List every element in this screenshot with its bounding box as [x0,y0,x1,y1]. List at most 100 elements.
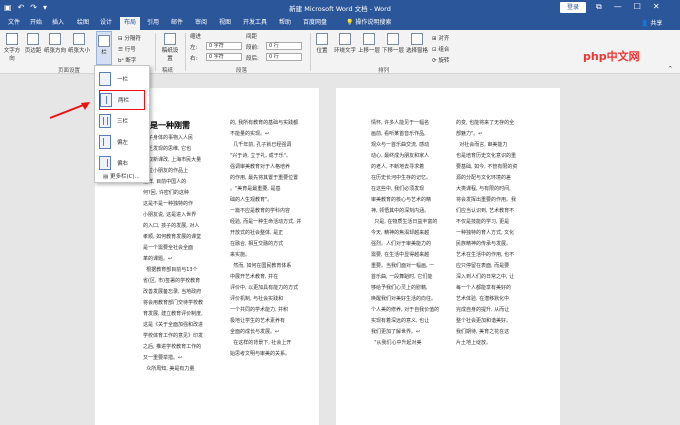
columns-option-left[interactable]: 偏左 [99,132,145,152]
align-label: 对齐 [438,36,450,42]
spacing-after-input[interactable]: 0 行 [266,53,302,61]
text-line: 。"美育是最重要, 是基 [230,186,281,192]
text-line: "兴于诗, 立于礼, 成于乐"。 [230,153,291,159]
columns-option-three[interactable]: 三栏 [99,111,145,131]
page-2-column-2: 的变, 也能将来了无存的全 部魅力"。↩ 对社会而言, 审美能力 也是培育历史文化意… [456,118,530,349]
position-button[interactable]: 位置 [314,33,330,54]
draft-settings-button[interactable]: 稿纸设置 [160,33,180,62]
paper-size-icon [73,33,85,45]
text-line: 革的课题。↩ [143,256,173,262]
tab-design[interactable]: 设计 [100,18,112,28]
maximize-icon[interactable]: ☐ [634,2,641,12]
wrap-text-button[interactable]: 环绕文字 [334,33,356,54]
text-line: 片土地上绽放。 [456,340,492,346]
text-line: 获取新课改, 上海市民大量 [143,157,202,163]
columns-option-left-label: 偏左 [117,140,129,146]
tab-layout[interactable]: 布局 [120,17,141,30]
align-button[interactable]: ⊞ 对齐 [432,34,449,42]
text-line: 源的分配与文化环境的差 [456,175,512,181]
bring-forward-button[interactable]: 上移一层 [358,33,380,54]
orientation-button[interactable]: 纸张方向 [44,33,66,54]
margins-button[interactable]: 页边距 [24,33,42,54]
tab-draw[interactable]: 绘图 [77,18,89,28]
text-line: 中展开艺术教育, 并在 [230,274,279,280]
text-line: 这样, 目前中国人的 [143,179,187,185]
send-backward-button[interactable]: 下移一层 [382,33,404,54]
page-1-column-2: 的, 我所有教育的基础与实践都 不能量的实现。↩ 几千年前, 孔子就已经强调 "兴于… [230,118,304,360]
ribbon-tabs: 文件 开始 插入 绘图 设计 布局 引用 邮件 审阅 视图 开发工具 帮助 百度… [0,16,680,30]
close-icon[interactable]: ✕ [653,2,660,12]
tab-help[interactable]: 帮助 [279,18,291,28]
draft-settings-label: 稿纸设置 [161,48,179,62]
tell-me-search[interactable]: 💡 操作说明搜索 [346,18,391,28]
columns-button[interactable]: 栏 [96,31,112,65]
tab-review[interactable]: 审阅 [195,18,207,28]
login-button[interactable]: 登录 [560,2,586,13]
text-line: 孩子身体的事物入人民 [143,135,194,141]
right-column-icon [99,156,111,170]
columns-option-one[interactable]: 一栏 [99,69,145,89]
size-button[interactable]: 纸张大小 [68,33,90,54]
text-line: 孝顺, 如何教育发展的课堂 [143,234,202,240]
spacing-after-label: 段后: [246,56,259,62]
text-line: 首乐曲, 一段舞蹈时, 它们能 [371,274,433,280]
tab-mailings[interactable]: 邮件 [171,18,183,28]
spacing-before-input[interactable]: 0 行 [266,42,302,50]
columns-option-two[interactable]: 两栏 [99,90,145,110]
text-line: 我们期待, 美育之花在这 [456,329,510,335]
indent-left-input[interactable]: 0 字符 [206,42,242,50]
text-line: 的老人, 不断地去寻求着 [371,164,425,170]
text-line: 观众与一首乐曲交流, 感动 [371,142,430,148]
breaks-label: 分隔符 [124,36,141,42]
columns-label: 栏 [101,50,107,56]
text-line: 重要。当我们面对一幅画, 一 [371,263,435,269]
text-line: 然而, 如何在国民教育体系 [230,263,292,269]
draft-paper-icon [164,33,176,45]
text-direction-button[interactable]: 文字方向 [2,33,22,62]
page-2-column-1: 情怀, 许多人能见于一幅名 画前, 看听某首音乐作品, 观众与一首乐曲交流, 感动动… [371,118,445,349]
tell-me-label: 操作说明搜索 [355,19,392,26]
text-line: 一个共同的学术能力, 并积 [230,307,289,313]
columns-option-right[interactable]: 偏右 [99,153,145,173]
tab-references[interactable]: 引用 [147,18,159,28]
columns-option-right-label: 偏右 [117,161,129,167]
tab-insert[interactable]: 插入 [52,18,64,28]
tab-developer[interactable]: 开发工具 [243,18,267,28]
spacing-heading: 间距 [246,34,258,40]
tab-file[interactable]: 文件 [8,18,20,28]
ribbon-display-icon[interactable]: ⧉ [596,2,602,12]
line-numbers-button[interactable]: ☰ 行号 [118,45,136,53]
text-line: 画前, 看听某首音乐作品, [371,131,426,137]
group-button[interactable]: ⊡ 组合 [432,45,449,53]
margins-label: 页边距 [24,48,42,54]
text-line: 对社会而言, 审美能力 [456,142,508,148]
indent-heading: 缩进 [190,34,202,40]
more-columns-link[interactable]: ▤ 更多栏(C)... [103,172,140,180]
text-line: 缺乏发现的思维, 它也 [143,146,192,152]
minimize-icon[interactable]: — [614,2,622,12]
share-button[interactable]: 👤 共享 [641,18,662,27]
rotate-button[interactable]: ⟳ 旋转 [432,56,449,64]
text-line: 的, 我所有教育的基础与实践都 [230,120,299,126]
line-numbers-label: 行号 [124,47,136,53]
text-line: 又一重要举措。↩ [143,355,183,361]
tab-view[interactable]: 视图 [219,18,231,28]
hyphenation-button[interactable]: bᵃ 断字 [118,56,136,64]
tab-home[interactable]: 开始 [30,18,42,28]
breaks-button[interactable]: ⊟ 分隔符 [118,34,141,42]
text-line: 每一个人都能享有美好的 [456,285,512,291]
three-columns-icon [99,114,111,128]
text-line: 改善发展备忘录, 当地政府 [143,289,202,295]
more-columns-label: 更多栏(C)... [109,174,140,180]
margins-icon [27,33,39,45]
page-setup-group-label: 页面设置 [58,68,81,74]
divider [310,33,311,71]
text-line: "从我们心中升起对美 [371,340,422,346]
text-line: 的入口, 孩子的发展, 对人 [143,223,200,229]
indent-right-input[interactable]: 0 字符 [206,53,242,61]
selection-pane-button[interactable]: 选择窗格 [406,33,428,54]
divider [155,33,156,71]
hyphenation-label: 断字 [125,58,137,64]
collapse-ribbon-icon[interactable]: ^ [668,66,673,72]
tab-baidu-netdisk[interactable]: 百度网盘 [303,18,327,28]
